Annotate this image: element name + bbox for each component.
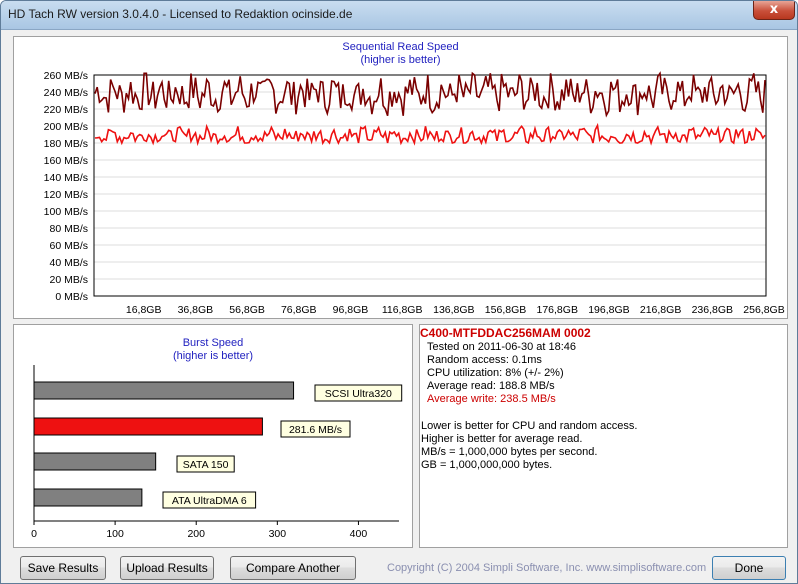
y-tick-label: 140 MB/s [44,172,88,184]
y-tick-label: 260 MB/s [44,70,88,82]
note-mbs: MB/s = 1,000,000 bytes per second. [421,446,598,458]
sequential-panel: Sequential Read Speed (higher is better)… [13,36,788,319]
x-tick-label: 116,8GB [382,304,423,316]
save-results-button[interactable]: Save Results [20,556,106,580]
y-tick-label: 40 MB/s [49,257,88,269]
x-tick-label: 16,8GB [126,304,162,316]
y-tick-label: 240 MB/s [44,87,88,99]
x-tick-label: 56,8GB [229,304,265,316]
app-window: HD Tach RW version 3.0.4.0 - Licensed to… [0,0,798,584]
y-tick-label: 220 MB/s [44,104,88,116]
random-access: Random access: 0.1ms [427,354,542,366]
y-tick-label: 60 MB/s [49,240,88,252]
burst-x-tick-label: 100 [106,528,124,540]
average-write: Average write: 238.5 MB/s [427,393,556,405]
test-date: Tested on 2011-06-30 at 18:46 [427,341,577,353]
burst-bar [33,381,295,400]
cpu-utilization: CPU utilization: 8% (+/- 2%) [427,367,564,379]
average-read: Average read: 188.8 MB/s [427,380,555,392]
y-tick-label: 100 MB/s [44,206,88,218]
burst-x-tick-label: 0 [31,528,37,540]
close-icon: x [769,2,779,17]
burst-panel: Burst Speed (higher is better) 0 100 200 30… [13,324,413,548]
drive-name: C400-MTFDDAC256MAM 0002 [420,326,591,340]
y-tick-label: 160 MB/s [44,155,88,167]
window-title: HD Tach RW version 3.0.4.0 - Licensed to… [8,7,353,21]
burst-x-tick-label: 300 [269,528,287,540]
y-tick-label: 0 MB/s [55,291,88,303]
burst-x-tick-label: 400 [350,528,368,540]
y-tick-label: 20 MB/s [49,274,88,286]
x-tick-label: 36,8GB [178,304,214,316]
copyright-text: Copyright (C) 2004 Simpli Software, Inc.… [387,562,707,574]
burst-bar-label: SATA 150 [183,459,229,471]
burst-x-tick-label: 200 [187,528,205,540]
x-tick-label: 96,8GB [333,304,369,316]
y-tick-label: 80 MB/s [49,223,88,235]
x-tick-label: 216,8GB [640,304,681,316]
burst-bar [33,452,157,471]
x-tick-label: 176,8GB [537,304,578,316]
burst-bar-label: ATA UltraDMA 6 [172,495,247,507]
burst-bar [33,417,263,436]
note-cpu: Lower is better for CPU and random acces… [421,420,638,432]
x-tick-label: 156,8GB [485,304,526,316]
sequential-chart: 0 MB/s 20 MB/s 40 MB/s 60 MB/s 80 MB/s 100 MB… [44,70,785,316]
note-read: Higher is better for average read. [421,433,583,445]
x-tick-label: 256,8GB [743,304,784,316]
y-tick-label: 120 MB/s [44,189,88,201]
y-tick-label: 200 MB/s [44,121,88,133]
done-button[interactable]: Done [712,556,786,580]
x-tick-label: 136,8GB [433,304,474,316]
burst-chart: 0 100 200 300 400 SCSI Ultra320 281.6 MB/s SATA… [31,365,403,540]
title-bar: HD Tach RW version 3.0.4.0 - Licensed to… [1,1,797,30]
upload-results-button[interactable]: Upload Results [120,556,214,580]
burst-bar-label: SCSI Ultra320 [325,388,392,400]
x-tick-label: 196,8GB [588,304,629,316]
y-tick-label: 180 MB/s [44,138,88,150]
close-button[interactable]: x [753,1,795,20]
note-gb: GB = 1,000,000,000 bytes. [421,459,553,471]
info-panel: C400-MTFDDAC256MAM 0002 Tested on 2011-0… [419,324,788,548]
x-tick-label: 76,8GB [281,304,317,316]
burst-bar [33,488,143,507]
compare-drive-button[interactable]: Compare Another Drive [230,556,356,580]
x-tick-label: 236,8GB [692,304,733,316]
burst-bar-label: 281.6 MB/s [289,424,342,436]
